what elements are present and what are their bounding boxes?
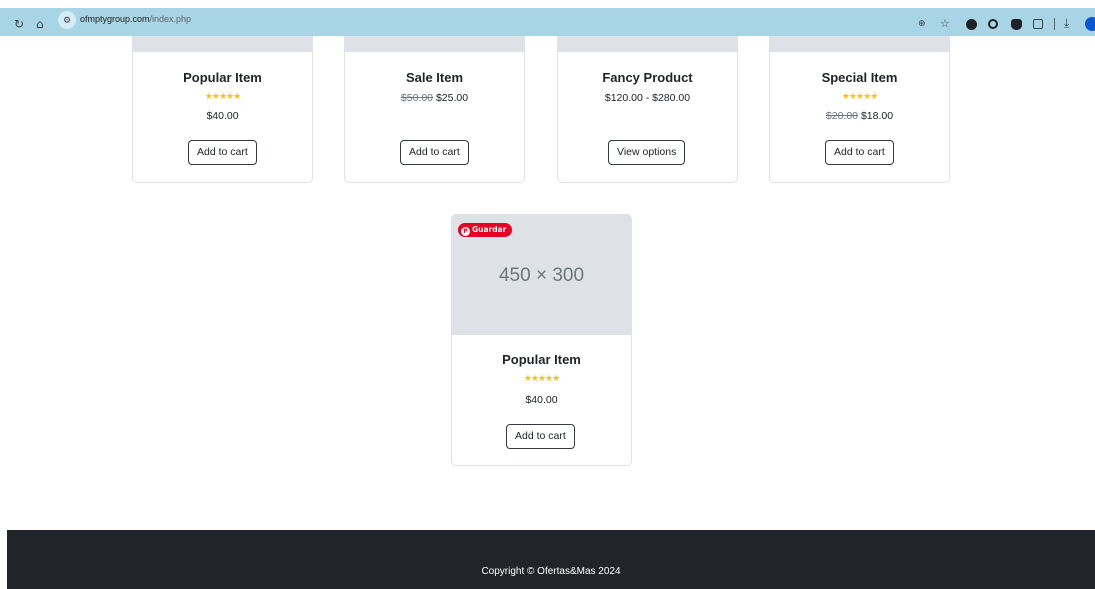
browser-chrome: ↻ ⌂ ⚙ ofmptygroup.com/index.php ⊕ ☆ ⤓: [0, 0, 1095, 38]
add-to-cart-button[interactable]: Add to cart: [825, 140, 894, 165]
price-range: $120.00 - $280.00: [604, 92, 691, 104]
product-image[interactable]: [558, 36, 737, 52]
site-info-icon[interactable]: ⚙: [58, 11, 76, 29]
product-title: Sale Item: [405, 70, 464, 85]
toolbar-divider: [1054, 18, 1055, 30]
extension-icon[interactable]: [988, 19, 998, 29]
price-original: $20.00: [825, 110, 859, 122]
copyright-text: Copyright © Ofertas&Mas 2024: [481, 566, 621, 577]
product-title: Popular Item: [502, 352, 581, 367]
product-image[interactable]: [133, 36, 312, 52]
product-card: Popular Item ★★★★★ $40.00 Add to cart: [132, 36, 313, 183]
product-card-featured: 450 × 300 P Guardar Popular Item ★★★★★ $4…: [451, 214, 632, 466]
product-title: Fancy Product: [602, 70, 693, 85]
price-current: $25.00: [435, 92, 469, 104]
star-icon[interactable]: ☆: [940, 17, 950, 30]
price-original: $50.00: [400, 92, 434, 104]
extensions-puzzle-icon[interactable]: [1033, 19, 1043, 29]
add-to-cart-button[interactable]: Add to cart: [400, 140, 469, 165]
pinterest-icon: P: [461, 227, 470, 236]
price-current: $18.00: [860, 110, 894, 122]
product-title: Popular Item: [183, 70, 262, 85]
product-image[interactable]: [770, 36, 949, 52]
extension-icon[interactable]: [1011, 19, 1022, 30]
rating-stars: ★★★★★: [204, 92, 241, 102]
product-price: $120.00 - $280.00: [558, 92, 737, 104]
product-card: Sale Item $50.00 $25.00 Add to cart: [344, 36, 525, 183]
address-bar-row: ↻ ⌂ ⚙ ofmptygroup.com/index.php ⊕ ☆ ⤓: [0, 8, 1095, 36]
product-card: Special Item ★★★★★ $20.00 $18.00 Add to …: [769, 36, 950, 183]
reload-icon[interactable]: ↻: [14, 17, 24, 31]
site-footer: Copyright © Ofertas&Mas 2024: [7, 530, 1095, 589]
pinterest-save-button[interactable]: P Guardar: [458, 223, 513, 237]
product-image[interactable]: 450 × 300 P Guardar: [452, 215, 631, 335]
rating-stars: ★★★★★: [841, 92, 878, 102]
download-icon[interactable]: ⤓: [1064, 16, 1069, 31]
price-current: $40.00: [206, 110, 239, 122]
rating-stars: ★★★★★: [523, 374, 560, 384]
profile-avatar[interactable]: [1085, 17, 1095, 31]
view-options-button[interactable]: View options: [608, 140, 686, 165]
product-card: Fancy Product $120.00 - $280.00 View opt…: [557, 36, 738, 183]
product-price: $40.00: [525, 394, 558, 406]
add-to-cart-button[interactable]: Add to cart: [188, 140, 257, 165]
url-text[interactable]: ofmptygroup.com/index.php: [80, 14, 191, 24]
product-image[interactable]: [345, 36, 524, 52]
home-icon[interactable]: ⌂: [36, 17, 44, 31]
pin-label: Guardar: [472, 225, 507, 234]
zoom-icon[interactable]: ⊕: [918, 18, 926, 29]
url-path: /index.php: [149, 14, 192, 24]
product-price: $50.00 $25.00: [345, 92, 524, 104]
product-price: $40.00: [133, 110, 312, 122]
add-to-cart-button[interactable]: Add to cart: [506, 424, 575, 449]
product-title: Special Item: [821, 70, 898, 85]
image-placeholder-label: 450 × 300: [498, 265, 585, 286]
product-price: $20.00 $18.00: [770, 110, 949, 122]
url-bar[interactable]: ⚙ ofmptygroup.com/index.php: [58, 11, 963, 33]
extension-icon[interactable]: [966, 19, 977, 30]
url-host: ofmptygroup.com: [80, 14, 150, 24]
